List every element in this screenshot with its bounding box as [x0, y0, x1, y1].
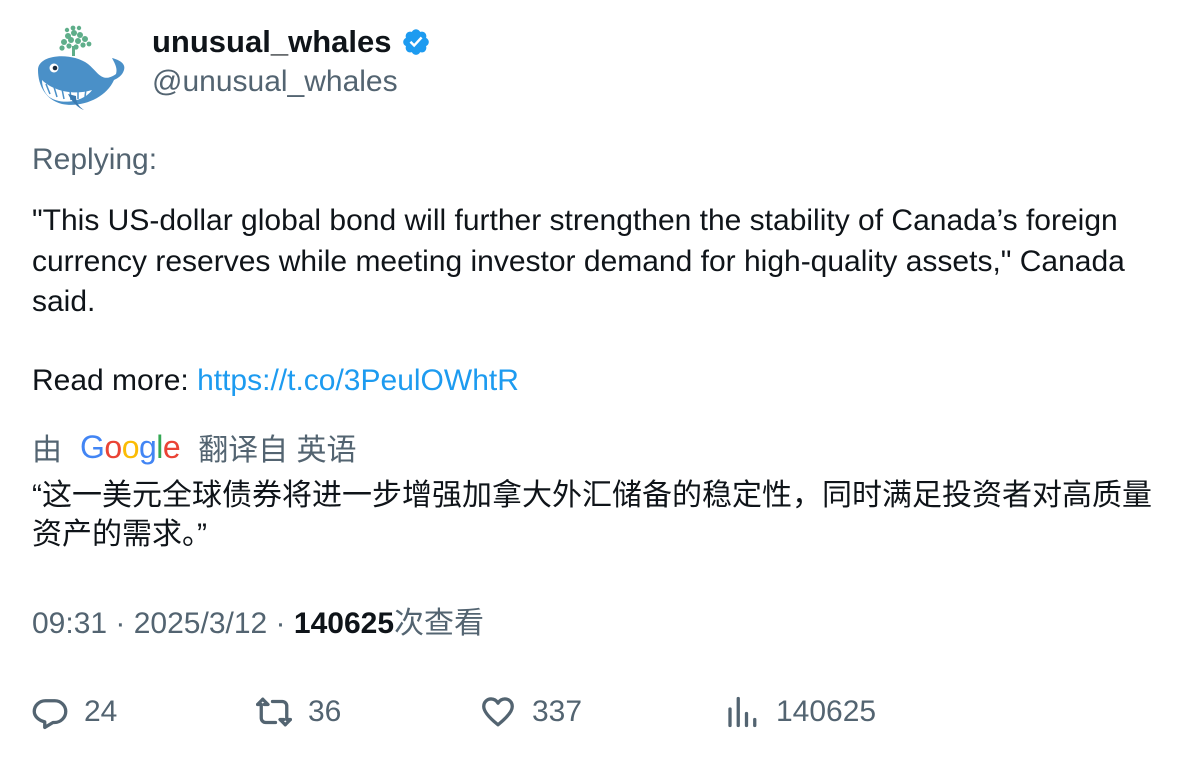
google-logo: Google — [80, 429, 181, 465]
replying-label: Replying: — [32, 143, 158, 176]
retweet-count: 36 — [308, 695, 342, 728]
translation-prefix: 由 — [32, 434, 62, 467]
read-more-line: Read more: https://t.co/3PeulOWhtR — [32, 361, 519, 401]
tweet-body: "This US-dollar global bond will further… — [32, 204, 1125, 318]
retweet-icon — [256, 697, 292, 727]
read-more-label: Read more: — [32, 364, 198, 397]
meta-separator-1: · — [107, 607, 134, 640]
retweet-button[interactable]: 36 — [256, 690, 341, 734]
tweet-time[interactable]: 09:31 — [32, 607, 107, 640]
translated-text: “这一美元全球债券将进一步增强加拿大外汇储备的稳定性，同时满足投资者对高质量资产… — [32, 479, 1152, 551]
views-label: 次查看 — [394, 607, 484, 640]
heart-icon — [482, 697, 514, 727]
like-count: 337 — [532, 695, 583, 728]
avatar[interactable] — [32, 24, 128, 114]
views-button[interactable]: 140625 — [724, 690, 876, 734]
tweet-text: "This US-dollar global bond will further… — [32, 201, 1172, 323]
meta-separator-2: · — [267, 607, 294, 640]
like-button[interactable]: 337 — [480, 690, 582, 734]
translation-attribution[interactable]: 由 Google 翻译自 英语 — [32, 426, 357, 468]
whale-avatar-icon — [38, 25, 125, 110]
reply-icon — [32, 699, 68, 730]
translation-suffix: 翻译自 英语 — [198, 434, 357, 467]
views-count: 140625 — [293, 607, 394, 640]
reply-count: 24 — [84, 695, 118, 728]
author-display-name[interactable]: unusual_whales — [152, 22, 391, 62]
tweet-date[interactable]: 2025/3/12 — [134, 607, 267, 640]
views-action-count: 140625 — [776, 695, 877, 728]
tweet-meta: 09:31 · 2025/3/12 · 140625次查看 — [32, 604, 484, 644]
action-bar: 24 36 337 140625 — [32, 690, 1172, 734]
author-handle[interactable]: @unusual_whales — [152, 62, 398, 102]
reply-button[interactable]: 24 — [32, 690, 117, 734]
verified-badge-icon — [403, 29, 430, 55]
tweet-link[interactable]: https://t.co/3PeulOWhtR — [197, 364, 519, 397]
author-name-row[interactable]: unusual_whales — [152, 22, 431, 62]
views-bar-chart-icon — [728, 696, 757, 728]
